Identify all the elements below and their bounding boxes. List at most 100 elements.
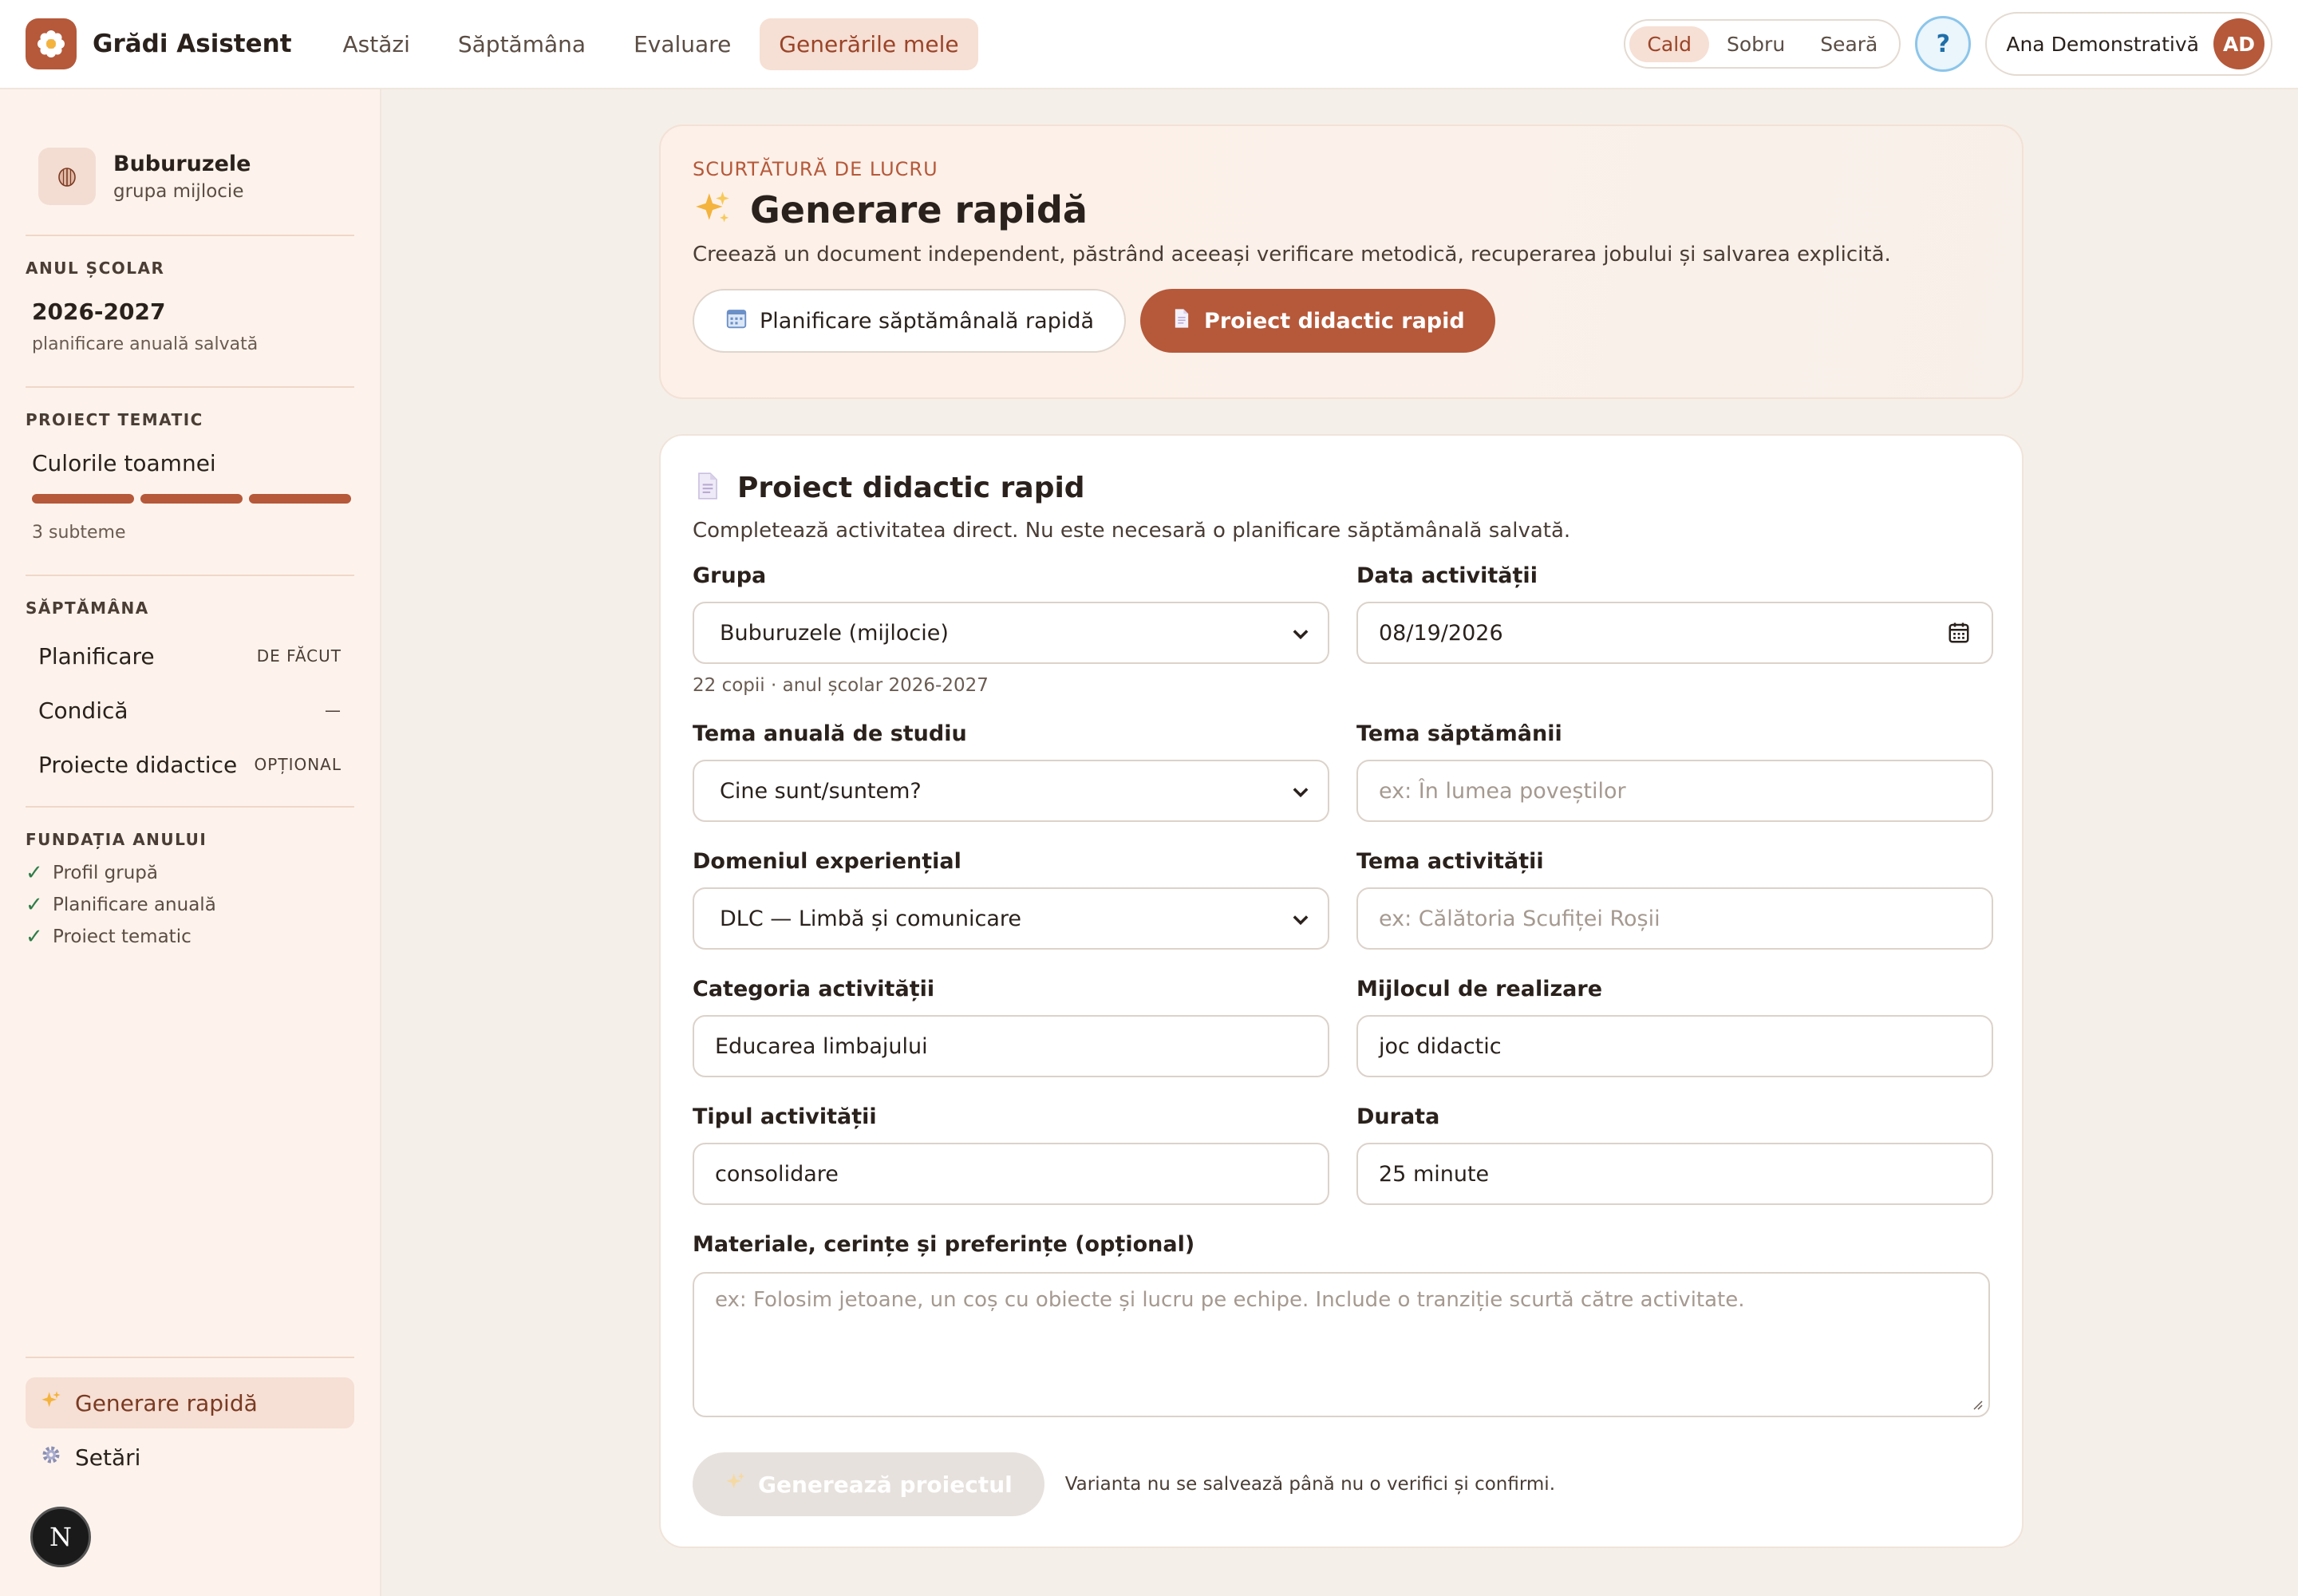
theme-option-sober[interactable]: Sobru [1709, 26, 1802, 62]
sparkles-icon [725, 1471, 747, 1499]
theme-option-warm[interactable]: Cald [1629, 26, 1710, 62]
annual-theme-field: Tema anuală de studiu Cine sunt/suntem? [693, 718, 1329, 822]
thematic-project-note: 3 subteme [32, 523, 126, 543]
top-right-controls: Cald Sobru Seară ? Ana Demonstrativă AD [1624, 12, 2272, 76]
generate-note: Varianta nu se salvează până nu o verifi… [1064, 1474, 1556, 1495]
week-theme-placeholder: ex: În lumea poveștilor [1379, 778, 1626, 804]
materials-label: Materiale, cerințe și preferințe (opțion… [693, 1232, 1195, 1257]
document-icon [1171, 307, 1193, 335]
duration-value: 25 minute [1379, 1161, 1490, 1187]
type-input[interactable]: consolidare [693, 1143, 1329, 1205]
progress-segment [32, 494, 134, 504]
duration-field: Durata 25 minute [1356, 1101, 1993, 1205]
check-icon: ✓ [26, 925, 43, 949]
week-item-logbook[interactable]: Condică — [26, 683, 354, 737]
user-menu[interactable]: Ana Demonstrativă AD [1985, 12, 2272, 76]
theme-option-evening[interactable]: Seară [1802, 26, 1895, 62]
check-icon: ✓ [26, 861, 43, 885]
group-select-value: Buburuzele (mijlocie) [720, 620, 949, 646]
thematic-project-value[interactable]: Culorile toamnei [26, 450, 354, 476]
quick-project-button[interactable]: Proiect didactic rapid [1140, 289, 1495, 353]
help-button[interactable]: ? [1915, 16, 1972, 72]
group-card[interactable]: Buburuzele grupa mijlocie [26, 89, 354, 225]
date-input[interactable]: 08/19/2026 [1356, 602, 1993, 664]
week-label: SĂPTĂMÂNA [26, 598, 149, 618]
flower-logo-icon[interactable] [26, 18, 77, 69]
means-value: joc didactic [1379, 1033, 1502, 1059]
dev-badge[interactable]: N [30, 1507, 91, 1567]
school-year-value[interactable]: 2026-2027 [26, 298, 354, 325]
ladybug-icon [38, 148, 96, 205]
nav-item-week[interactable]: Săptămâna [439, 18, 605, 70]
materials-textarea[interactable]: ex: Folosim jetoane, un coș cu obiecte ș… [693, 1272, 1990, 1417]
date-label: Data activității [1356, 563, 1538, 588]
week-item-status: OPȚIONAL [254, 755, 342, 774]
theme-switch: Cald Sobru Seară [1624, 19, 1901, 69]
divider [26, 386, 354, 388]
means-input[interactable]: joc didactic [1356, 1015, 1993, 1077]
quick-project-form: Proiect didactic rapid Completează activ… [659, 434, 2024, 1548]
group-field: Grupa Buburuzele (mijlocie) 22 copii · a… [693, 560, 1329, 696]
weekly-plan-label: Planificare săptămânală rapidă [760, 308, 1095, 334]
form-title-row: Proiect didactic rapid [693, 471, 1990, 504]
domain-label: Domeniul experiențial [693, 849, 961, 874]
calendar-icon[interactable] [1947, 621, 1971, 645]
sparkles-icon [693, 188, 732, 231]
week-theme-input[interactable]: ex: În lumea poveștilor [1356, 760, 1993, 822]
generate-project-button[interactable]: Generează proiectul [693, 1452, 1044, 1516]
week-item-planning[interactable]: Planificare DE FĂCUT [26, 629, 354, 683]
group-select[interactable]: Buburuzele (mijlocie) [693, 602, 1329, 664]
generate-row: Generează proiectul Varianta nu se salve… [693, 1452, 1990, 1516]
group-level: grupa mijlocie [113, 180, 244, 202]
annual-theme-select[interactable]: Cine sunt/suntem? [693, 760, 1329, 822]
activity-theme-placeholder: ex: Călătoria Scufiței Roșii [1379, 906, 1660, 931]
nav-item-evaluation[interactable]: Evaluare [614, 18, 750, 70]
duration-input[interactable]: 25 minute [1356, 1143, 1993, 1205]
foundation-item[interactable]: ✓ Proiect tematic [26, 921, 354, 953]
sidebar-link-settings[interactable]: Setări [26, 1432, 354, 1483]
category-input[interactable]: Educarea limbajului [693, 1015, 1329, 1077]
generate-project-label: Generează proiectul [758, 1471, 1013, 1498]
week-item-projects[interactable]: Proiecte didactice OPȚIONAL [26, 737, 354, 792]
divider [26, 235, 354, 236]
week-item-name: Condică [38, 697, 128, 724]
app-brand[interactable]: Grădi Asistent [93, 30, 292, 58]
school-year-note: planificare anuală salvată [32, 334, 259, 354]
form-title: Proiect didactic rapid [737, 471, 1085, 504]
hero-actions: Planificare săptămânală rapidă Proiect d… [693, 289, 1990, 353]
activity-theme-field: Tema activității ex: Călătoria Scufiței … [1356, 846, 1993, 950]
foundation-item-label: Proiect tematic [53, 926, 192, 947]
category-label: Categoria activității [693, 977, 935, 1001]
sparkles-icon [40, 1389, 62, 1417]
duration-label: Durata [1356, 1104, 1440, 1129]
resize-handle-icon[interactable] [1969, 1396, 1984, 1411]
nav-item-my-generations[interactable]: Generările mele [760, 18, 978, 70]
chevron-down-icon [1293, 915, 1309, 926]
type-value: consolidare [715, 1161, 839, 1187]
divider [26, 1357, 354, 1358]
domain-select[interactable]: DLC — Limbă și comunicare [693, 887, 1329, 950]
divider [26, 806, 354, 808]
foundation-item-label: Planificare anuală [53, 895, 216, 915]
activity-theme-input[interactable]: ex: Călătoria Scufiței Roșii [1356, 887, 1993, 950]
quick-generate-hero: SCURTĂTURĂ DE LUCRU Generare rapidă Cree… [659, 124, 2024, 399]
thematic-progress [26, 494, 354, 504]
nav-item-today[interactable]: Astăzi [324, 18, 429, 70]
form-grid: Grupa Buburuzele (mijlocie) 22 copii · a… [693, 560, 1993, 1205]
group-name: Buburuzele [113, 151, 251, 176]
date-field: Data activității 08/19/2026 [1356, 560, 1993, 696]
school-year-label: ANUL ȘCOLAR [26, 259, 165, 278]
top-bar: Grădi Asistent Astăzi Săptămâna Evaluare… [0, 0, 2298, 89]
chevron-down-icon [1293, 788, 1309, 798]
foundation-item[interactable]: ✓ Planificare anuală [26, 889, 354, 921]
foundation-item[interactable]: ✓ Profil grupă [26, 857, 354, 889]
domain-value: DLC — Limbă și comunicare [720, 906, 1022, 931]
sidebar-link-quick-generate[interactable]: Generare rapidă [26, 1377, 354, 1428]
weekly-plan-button[interactable]: Planificare săptămânală rapidă [693, 289, 1127, 353]
category-field: Categoria activității Educarea limbajulu… [693, 974, 1329, 1077]
week-item-status: — [325, 701, 342, 720]
annual-theme-value: Cine sunt/suntem? [720, 778, 922, 804]
foundation-item-label: Profil grupă [53, 863, 159, 883]
materials-placeholder: ex: Folosim jetoane, un coș cu obiecte ș… [715, 1288, 1745, 1312]
means-field: Mijlocul de realizare joc didactic [1356, 974, 1993, 1077]
